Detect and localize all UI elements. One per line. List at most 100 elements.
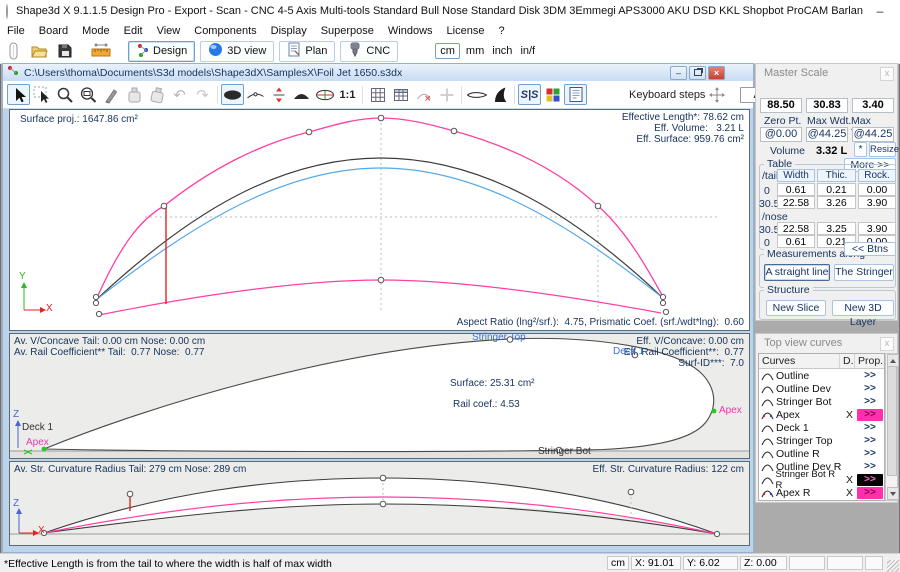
menu-windows[interactable]: Windows	[381, 25, 440, 37]
resize-grip[interactable]	[887, 560, 899, 572]
prop-button[interactable]: >>	[857, 500, 883, 502]
unit-inf[interactable]: in/f	[516, 45, 539, 57]
max-thickness-value[interactable]: 3.40	[852, 98, 894, 113]
undo-icon[interactable]: ↶	[168, 84, 191, 105]
nose-row0-width[interactable]: 22.58	[777, 222, 815, 235]
curve-row-apex-r[interactable]: Apex R X >>	[759, 486, 884, 499]
prop-button[interactable]: >>	[857, 396, 883, 408]
menu-board[interactable]: Board	[32, 25, 75, 37]
length-value[interactable]: 88.50	[760, 98, 802, 113]
color-layers-icon[interactable]	[541, 84, 564, 105]
new-slice-button[interactable]: New Slice	[766, 300, 826, 316]
tail-row1-width[interactable]: 22.58	[777, 196, 815, 209]
prop-button[interactable]: >>	[857, 435, 883, 447]
curve-row-stringer-top[interactable]: Stringer Top >>	[759, 434, 884, 447]
pen-icon[interactable]	[99, 84, 122, 105]
one-to-one-icon[interactable]: 1:1	[336, 84, 359, 105]
curve-row-deck1[interactable]: Deck 1 >>	[759, 421, 884, 434]
prop-button[interactable]: >>	[857, 448, 883, 460]
tail-row0-rock[interactable]: 0.00	[858, 183, 896, 196]
thickness-view-icon[interactable]	[267, 84, 290, 105]
doc-restore-button[interactable]	[689, 66, 706, 80]
curve-row-deck1-r[interactable]: Deck 1 R >>	[759, 499, 884, 501]
menu-superpose[interactable]: Superpose	[314, 25, 381, 37]
grid-icon[interactable]	[366, 84, 389, 105]
tail-row0-width[interactable]: 0.61	[777, 183, 815, 196]
redo-icon[interactable]: ↷	[191, 84, 214, 105]
rock-str-header[interactable]: Rock. Str	[858, 169, 896, 182]
cnc-mode-button[interactable]: CNC	[340, 41, 398, 62]
prop-button[interactable]: >>	[857, 422, 883, 434]
open-folder-icon[interactable]	[26, 41, 52, 61]
prop-button[interactable]: >>	[857, 461, 883, 473]
curve-row-outline-dev[interactable]: Outline Dev >>	[759, 382, 884, 395]
curve-row-outline-r[interactable]: Outline R >>	[759, 447, 884, 460]
zero-at-value[interactable]: @0.00	[760, 127, 802, 142]
outline-view-icon[interactable]	[221, 84, 244, 105]
zoom-window-icon[interactable]	[76, 84, 99, 105]
curves-panel-close-icon[interactable]: x	[880, 337, 894, 351]
scroll-thumb[interactable]	[887, 366, 897, 476]
view3d-mode-button[interactable]: 3D view	[200, 41, 274, 62]
doc-close-button[interactable]: ×	[708, 66, 725, 80]
new-board-icon[interactable]	[0, 41, 26, 61]
resize-button[interactable]: Resize	[869, 142, 896, 157]
the-stringer-button[interactable]: The Stringer	[834, 264, 894, 281]
marquee-select-icon[interactable]	[30, 84, 53, 105]
save-icon[interactable]	[52, 41, 78, 61]
apex-point-right[interactable]	[712, 409, 717, 414]
thic-str-header[interactable]: Thic. Str	[817, 169, 856, 182]
tail-row1-thic[interactable]: 3.26	[817, 196, 856, 209]
prop-button[interactable]: >>	[857, 370, 883, 382]
star-button[interactable]: *	[854, 142, 867, 157]
curves-column-header[interactable]: Curves	[759, 354, 840, 368]
cut-curve-icon[interactable]	[412, 84, 435, 105]
new-3d-layer-button[interactable]: New 3D Layer	[832, 300, 894, 316]
zoom-icon[interactable]	[53, 84, 76, 105]
prop-button[interactable]: >>	[857, 474, 883, 486]
master-scale-close-icon[interactable]: x	[880, 67, 894, 81]
tail-row0-thic[interactable]: 0.21	[817, 183, 856, 196]
unit-inch[interactable]: inch	[488, 45, 516, 57]
fin-icon[interactable]	[488, 84, 511, 105]
outline-dev-curve[interactable]	[99, 280, 661, 315]
menu-help[interactable]: ?	[491, 25, 511, 37]
tail-row1-rock[interactable]: 3.90	[858, 196, 896, 209]
doc-minimize-button[interactable]: –	[670, 66, 687, 80]
menu-file[interactable]: File	[0, 25, 32, 37]
slice-view-icon[interactable]	[313, 84, 336, 105]
outline-curve[interactable]	[96, 118, 663, 300]
control-points[interactable]	[93, 115, 668, 316]
menu-mode[interactable]: Mode	[75, 25, 117, 37]
guides-table-icon[interactable]	[389, 84, 412, 105]
stamp-copy-icon[interactable]	[122, 84, 145, 105]
document-title-bar[interactable]: C:\Users\thoma\Documents\S3d models\Shap…	[3, 64, 753, 81]
menu-edit[interactable]: Edit	[117, 25, 150, 37]
nose-row1-width[interactable]: 0.61	[777, 235, 815, 248]
curve-row-outline[interactable]: Outline >>	[759, 369, 884, 382]
curve-row-apex[interactable]: Apex X >>	[759, 408, 884, 421]
thickness-at-value[interactable]: @44.25	[852, 127, 894, 142]
axes-cross-icon[interactable]	[435, 84, 458, 105]
deck-view-icon[interactable]	[290, 84, 313, 105]
curve-row-stringer-bot[interactable]: Stringer Bot >>	[759, 395, 884, 408]
prop-button[interactable]: >>	[857, 409, 883, 421]
scroll-down-icon[interactable]	[887, 487, 899, 500]
rocker-view-icon[interactable]	[244, 84, 267, 105]
top-view-canvas[interactable]: Surface proj.: 1647.86 cm² Effective Len…	[9, 109, 750, 331]
menu-license[interactable]: License	[440, 25, 492, 37]
btns-button[interactable]: << Btns	[844, 242, 896, 256]
keyboard-steps-move-icon[interactable]	[705, 84, 728, 105]
minimize-button[interactable]: –	[863, 0, 897, 22]
select-arrow-icon[interactable]	[7, 84, 30, 105]
width-header[interactable]: Width	[777, 169, 815, 182]
nose-row0-thic[interactable]: 3.25	[817, 222, 856, 235]
menu-view[interactable]: View	[150, 25, 188, 37]
master-scale-icon[interactable]	[88, 41, 114, 61]
max-width-value[interactable]: 30.83	[806, 98, 848, 113]
prop-button[interactable]: >>	[857, 383, 883, 395]
width-at-value[interactable]: @44.25	[806, 127, 848, 142]
stringer-toggle-icon[interactable]: S|S	[518, 84, 541, 105]
plan-mode-button[interactable]: Plan	[279, 41, 335, 62]
rocker-canvas[interactable]: Av. Str. Curvature Radius Tail: 279 cm N…	[9, 461, 750, 546]
